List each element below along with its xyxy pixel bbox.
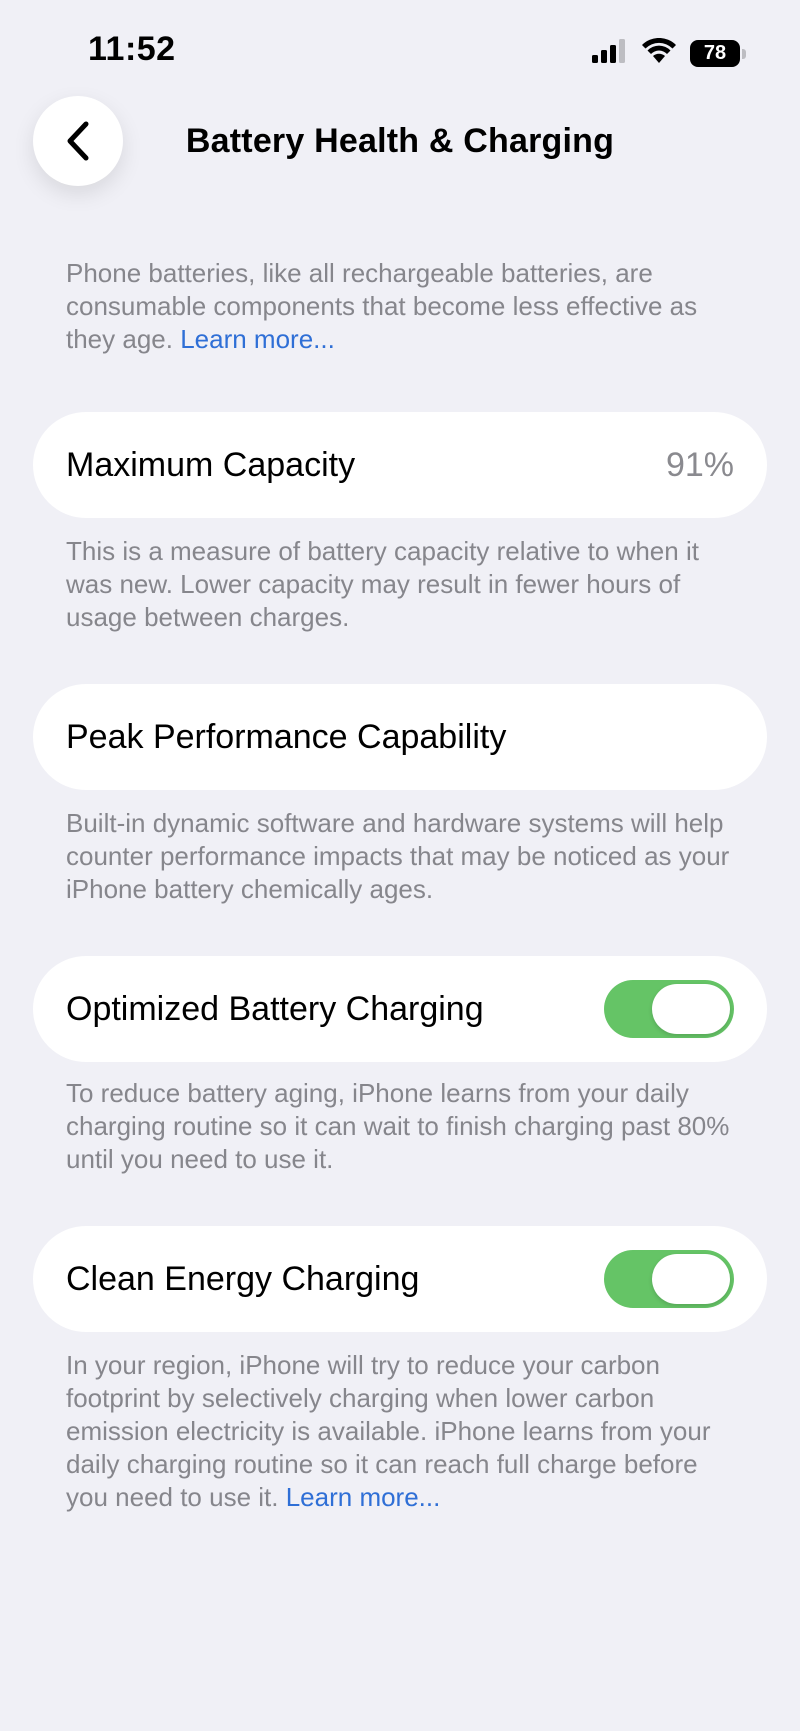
maximum-capacity-value: 91% bbox=[665, 446, 734, 484]
battery-level: 78 bbox=[690, 40, 740, 67]
page-title: Battery Health & Charging bbox=[185, 122, 615, 160]
maximum-capacity-footnote: This is a measure of battery capacity re… bbox=[66, 536, 699, 632]
battery-icon: 78 bbox=[690, 40, 746, 67]
intro-text: Phone batteries, like all rechargeable b… bbox=[66, 257, 746, 356]
peak-performance-footnote: Built-in dynamic software and hardware s… bbox=[66, 808, 730, 904]
maximum-capacity-label: Maximum Capacity bbox=[66, 446, 356, 484]
clean-energy-toggle[interactable] bbox=[604, 1250, 734, 1308]
optimized-charging-toggle[interactable] bbox=[604, 980, 734, 1038]
battery-tip bbox=[742, 48, 746, 59]
learn-more-link[interactable]: Learn more... bbox=[180, 324, 335, 354]
status-time: 11:52 bbox=[88, 30, 176, 68]
status-bar: 11:52 78 bbox=[0, 0, 800, 100]
learn-more-link[interactable]: Learn more... bbox=[286, 1482, 441, 1512]
optimized-charging-label: Optimized Battery Charging bbox=[66, 990, 484, 1028]
intro-description: Phone batteries, like all rechargeable b… bbox=[66, 258, 698, 354]
peak-performance-label: Peak Performance Capability bbox=[66, 718, 507, 756]
maximum-capacity-row: Maximum Capacity 91% bbox=[33, 412, 767, 518]
toggle-knob bbox=[652, 1254, 730, 1304]
peak-performance-row: Peak Performance Capability bbox=[33, 684, 767, 790]
optimized-charging-row: Optimized Battery Charging bbox=[33, 956, 767, 1062]
cellular-signal-icon bbox=[592, 39, 628, 68]
clean-energy-label: Clean Energy Charging bbox=[66, 1260, 420, 1298]
status-icons: 78 bbox=[592, 37, 746, 69]
toggle-knob bbox=[652, 984, 730, 1034]
navigation-bar: Battery Health & Charging bbox=[0, 96, 800, 188]
clean-energy-row: Clean Energy Charging bbox=[33, 1226, 767, 1332]
wifi-icon bbox=[642, 37, 676, 69]
optimized-charging-footnote: To reduce battery aging, iPhone learns f… bbox=[66, 1078, 730, 1174]
clean-energy-footnote: In your region, iPhone will try to reduc… bbox=[66, 1349, 746, 1514]
